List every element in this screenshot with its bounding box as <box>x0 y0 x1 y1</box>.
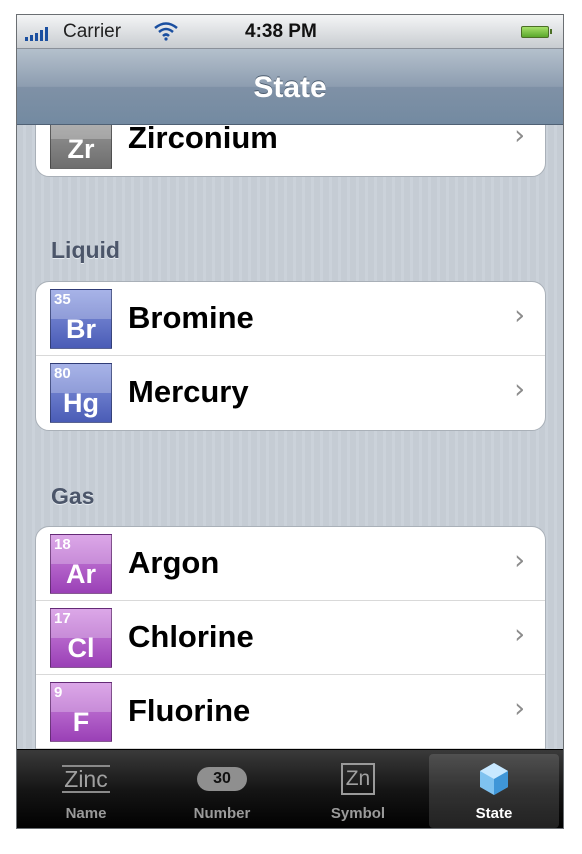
carrier-label: Carrier <box>63 21 122 42</box>
section-header-gas: Gas <box>51 483 95 509</box>
element-tile: 18 Ar <box>50 534 112 594</box>
cube-icon <box>429 760 559 798</box>
list-item[interactable]: 40 Zr Zirconium › <box>36 125 545 176</box>
chevron-right-icon: › <box>514 693 525 724</box>
element-tile: 35 Br <box>50 289 112 349</box>
liquid-group: 35 Br Bromine › 80 Hg Mercury › <box>35 281 546 431</box>
element-name: Mercury <box>128 374 249 409</box>
element-name: Bromine <box>128 300 254 335</box>
element-name: Chlorine <box>128 619 254 654</box>
element-symbol: Zr <box>67 134 95 164</box>
chevron-right-icon: › <box>514 300 525 331</box>
chevron-right-icon: › <box>514 619 525 650</box>
element-symbol: Ar <box>65 559 96 589</box>
chevron-right-icon: › <box>514 374 525 405</box>
tab-label: Name <box>65 805 107 822</box>
atomic-number: 40 <box>54 125 71 128</box>
section-header-liquid: Liquid <box>51 237 120 263</box>
element-name: Argon <box>128 545 220 580</box>
status-bar: Carrier 4:38 PM <box>17 15 563 49</box>
navigation-bar: State <box>17 49 563 125</box>
tab-symbol[interactable]: Zn Symbol <box>293 754 423 828</box>
gas-group: 18 Ar Argon › 17 Cl Chlorine › 9 F Fluor… <box>35 526 546 749</box>
element-name: Fluorine <box>128 693 251 728</box>
chevron-right-icon: › <box>514 125 525 151</box>
tab-bar: Zinc Name 30 Number Zn Symbol State <box>17 749 563 828</box>
atomic-number: 18 <box>54 536 71 553</box>
tab-number[interactable]: 30 Number <box>157 754 287 828</box>
number-badge-icon: 30 <box>157 760 287 798</box>
tab-label: State <box>475 805 513 822</box>
element-symbol: Hg <box>63 388 99 418</box>
atomic-number: 17 <box>54 610 71 627</box>
element-tile: 17 Cl <box>50 608 112 668</box>
atomic-number: 35 <box>54 291 71 308</box>
tab-name[interactable]: Zinc Name <box>21 754 151 828</box>
clock: 4:38 PM <box>245 21 317 42</box>
tab-label: Symbol <box>330 805 386 822</box>
element-symbol: Cl <box>67 633 95 663</box>
phone-screen: Carrier 4:38 PM State 40 Zr Zirconium › … <box>16 14 564 829</box>
tab-state[interactable]: State <box>429 754 559 828</box>
chevron-right-icon: › <box>514 545 525 576</box>
solid-group: 40 Zr Zirconium › <box>35 125 546 177</box>
list-item[interactable]: 18 Ar Argon › <box>36 527 545 601</box>
zinc-name-icon: Zinc <box>62 765 110 793</box>
zn-symbol-icon: Zn <box>293 760 423 798</box>
list-item[interactable]: 9 F Fluorine › <box>36 675 545 749</box>
battery-icon <box>521 26 552 38</box>
atomic-number: 80 <box>54 365 71 382</box>
atomic-number: 9 <box>54 684 63 701</box>
element-symbol: F <box>72 707 90 737</box>
tab-label: Number <box>193 805 251 822</box>
wifi-icon <box>153 21 179 45</box>
element-list[interactable]: 40 Zr Zirconium › Liquid 35 Br Bromine ›… <box>17 125 563 749</box>
element-tile: 9 F <box>50 682 112 742</box>
element-symbol: Br <box>65 314 96 344</box>
signal-icon <box>25 27 48 41</box>
list-item[interactable]: 80 Hg Mercury › <box>36 356 545 430</box>
element-tile: 40 Zr <box>50 125 112 169</box>
element-tile: 80 Hg <box>50 363 112 423</box>
page-title: State <box>253 71 327 104</box>
list-item[interactable]: 17 Cl Chlorine › <box>36 601 545 675</box>
element-name: Zirconium <box>128 125 278 155</box>
list-item[interactable]: 35 Br Bromine › <box>36 282 545 356</box>
